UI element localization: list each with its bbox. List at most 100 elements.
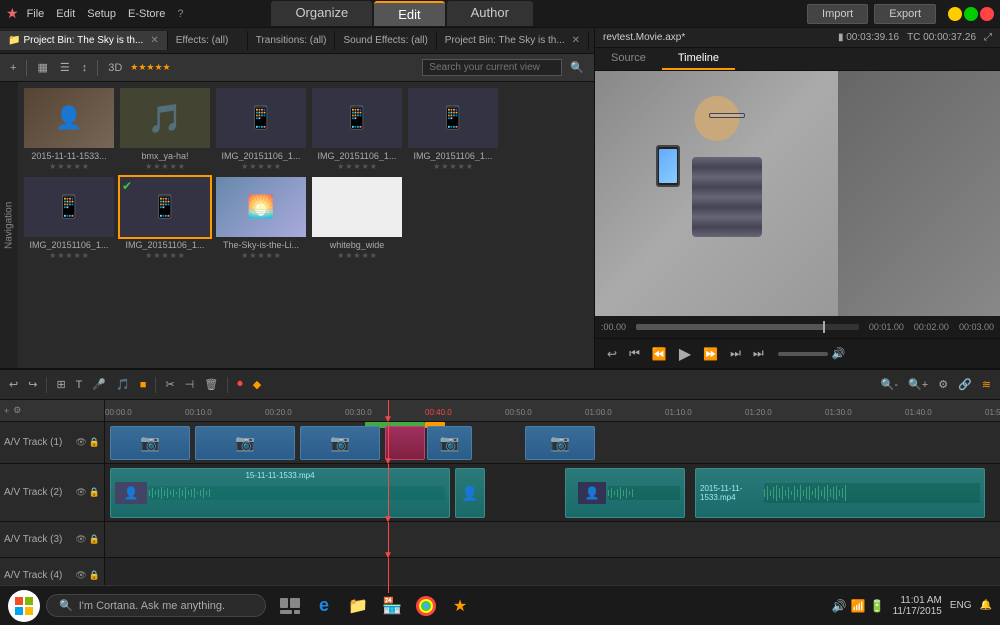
- clip-2-3[interactable]: 👤: [565, 468, 685, 518]
- tl-zoom-out[interactable]: 🔍-: [878, 376, 901, 393]
- timebar-track[interactable]: [636, 324, 859, 330]
- close-button[interactable]: [980, 7, 994, 21]
- tl-record[interactable]: ⏺: [234, 376, 246, 393]
- tab-author[interactable]: Author: [447, 1, 533, 26]
- clip-1-2[interactable]: 📷: [195, 426, 295, 460]
- track-3-eye[interactable]: 👁: [75, 534, 86, 545]
- menu-edit[interactable]: Edit: [56, 8, 75, 20]
- search-icon[interactable]: 🔍: [566, 59, 588, 76]
- 3d-button[interactable]: 3D: [104, 60, 126, 76]
- tab-timeline[interactable]: Timeline: [662, 48, 735, 70]
- tab-project-bin-1[interactable]: 📁 Project Bin: The Sky is th... ✕: [0, 31, 168, 50]
- tl-trim[interactable]: ⊣: [182, 376, 198, 393]
- tab-organize[interactable]: Organize: [271, 1, 372, 26]
- menu-estore[interactable]: E-Store: [128, 8, 165, 20]
- notification-icon[interactable]: 🔔: [980, 600, 992, 611]
- store-button[interactable]: 🏪: [378, 592, 406, 620]
- list-view-button[interactable]: ☰: [56, 59, 74, 76]
- tl-delete[interactable]: 🗑: [201, 376, 221, 393]
- tab-project-bin-2[interactable]: Project Bin: The Sky is th... ✕: [437, 31, 589, 50]
- tl-split[interactable]: ✂: [162, 376, 177, 393]
- tl-ripple[interactable]: ≋: [979, 376, 994, 393]
- media-item[interactable]: 📱 IMG_20151106_1... ★★★★★: [408, 88, 498, 171]
- tl-narrate[interactable]: 🎤: [89, 376, 109, 393]
- timebar-handle[interactable]: [823, 321, 825, 333]
- track-3-lock[interactable]: 🔒: [89, 534, 100, 545]
- track-add-icon[interactable]: +: [4, 406, 9, 416]
- tab-effects[interactable]: Effects: (all): [168, 31, 248, 50]
- clip-1-1[interactable]: 📷: [110, 426, 190, 460]
- clip-1-3[interactable]: 📷: [300, 426, 380, 460]
- skip-back-button[interactable]: ⏮: [625, 343, 644, 364]
- media-item[interactable]: 👤 2015-11-11-1533... ★★★★★: [24, 88, 114, 171]
- file-explorer-button[interactable]: 📁: [344, 592, 372, 620]
- track-1-eye[interactable]: 👁: [75, 437, 86, 448]
- tab-close-1[interactable]: ✕: [150, 35, 158, 46]
- tab-source[interactable]: Source: [595, 48, 662, 70]
- clip-1-4[interactable]: [385, 426, 425, 460]
- clip-2-4[interactable]: 2015-11-11-1533.mp4: [695, 468, 985, 518]
- step-back-button[interactable]: ⏪: [648, 344, 671, 364]
- cortana-search[interactable]: 🔍 I'm Cortana. Ask me anything.: [46, 594, 266, 617]
- tab-edit[interactable]: Edit: [374, 1, 444, 26]
- grid-view-button[interactable]: ▦: [33, 59, 51, 76]
- minimize-button[interactable]: [948, 7, 962, 21]
- media-item[interactable]: 📱 IMG_20151106_1... ★★★★★: [24, 177, 114, 260]
- add-media-button[interactable]: +: [6, 60, 20, 76]
- tl-marker[interactable]: ◆: [250, 376, 264, 393]
- menu-file[interactable]: File: [27, 8, 45, 20]
- clip-1-6[interactable]: 📷: [525, 426, 595, 460]
- search-input[interactable]: [422, 59, 562, 76]
- tab-close-2[interactable]: ✕: [572, 35, 580, 46]
- rewind-button[interactable]: ↩: [603, 344, 621, 364]
- track-2-lock[interactable]: 🔒: [89, 487, 100, 498]
- end-button[interactable]: ⏭: [749, 343, 768, 364]
- expand-icon[interactable]: ⤢: [984, 32, 992, 43]
- track-4-eye[interactable]: 👁: [75, 570, 86, 581]
- export-button[interactable]: Export: [874, 4, 936, 24]
- step-forward-button[interactable]: ⏩: [699, 344, 722, 364]
- tl-settings[interactable]: ⚙: [935, 376, 951, 393]
- tl-text[interactable]: T: [73, 377, 86, 393]
- track-config-icon[interactable]: ⚙: [13, 405, 21, 416]
- tab-transitions[interactable]: Transitions: (all): [248, 31, 336, 50]
- track-1-lock[interactable]: 🔒: [89, 437, 100, 448]
- tl-music[interactable]: 🎵: [113, 376, 133, 393]
- chrome-button[interactable]: [412, 592, 440, 620]
- tl-link[interactable]: 🔗: [955, 376, 975, 393]
- volume-bar[interactable]: [778, 352, 828, 356]
- tl-undo[interactable]: ↩: [6, 376, 21, 393]
- edge-browser-button[interactable]: e: [310, 592, 338, 620]
- media-rating: ★★★★★: [241, 162, 281, 171]
- play-button[interactable]: ▶: [675, 341, 695, 367]
- track-2-eye[interactable]: 👁: [75, 487, 86, 498]
- start-button[interactable]: [8, 590, 40, 622]
- language-indicator[interactable]: ENG: [950, 600, 972, 611]
- media-item[interactable]: 📱 IMG_20151106_1... ★★★★★: [312, 88, 402, 171]
- track-4-lock[interactable]: 🔒: [89, 570, 100, 581]
- task-view-button[interactable]: [276, 592, 304, 620]
- pinnacle-button[interactable]: ★: [446, 592, 474, 620]
- import-button[interactable]: Import: [807, 4, 868, 24]
- tl-color[interactable]: ■: [137, 377, 150, 393]
- checkmark-icon: ✔: [122, 179, 132, 193]
- preview-header: revtest.Movie.axp* ▮ 00:03:39.16 TC 00:0…: [595, 28, 1000, 48]
- media-item-selected[interactable]: ✔ 📱 IMG_20151106_1... ★★★★★: [120, 177, 210, 260]
- time-mark-9: 01:30.0: [825, 408, 852, 417]
- sort-button[interactable]: ↕: [78, 60, 92, 76]
- tab-sound-effects[interactable]: Sound Effects: (all): [335, 31, 436, 50]
- media-item[interactable]: 📱 IMG_20151106_1... ★★★★★: [216, 88, 306, 171]
- tl-redo[interactable]: ↪: [25, 376, 40, 393]
- tl-snap[interactable]: ⊞: [53, 376, 68, 393]
- skip-forward-button[interactable]: ⏭: [726, 343, 745, 364]
- media-item[interactable]: 🌅 The-Sky-is-the-Li... ★★★★★: [216, 177, 306, 260]
- media-item[interactable]: whitebg_wide ★★★★★: [312, 177, 402, 260]
- clip-2-2[interactable]: 👤: [455, 468, 485, 518]
- clip-2-1[interactable]: 15-11-11-1533.mp4 👤: [110, 468, 450, 518]
- media-item[interactable]: 🎵 bmx_ya-ha! ★★★★★: [120, 88, 210, 171]
- menu-help[interactable]: ?: [177, 8, 183, 20]
- clip-1-5[interactable]: 📷: [427, 426, 472, 460]
- menu-setup[interactable]: Setup: [87, 8, 116, 20]
- tl-zoom-in[interactable]: 🔍+: [905, 376, 931, 393]
- maximize-button[interactable]: [964, 7, 978, 21]
